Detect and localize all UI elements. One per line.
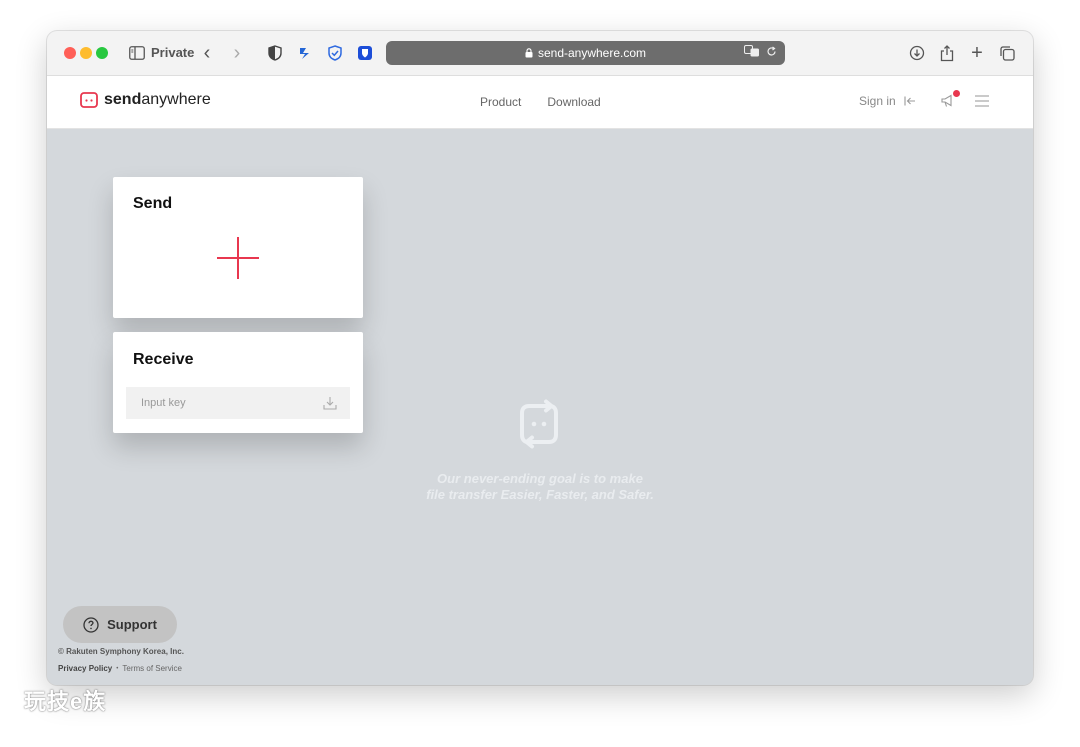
browser-toolbar: Private ‹ › send-anywhere.com + <box>47 31 1033 76</box>
share-icon[interactable] <box>937 43 957 63</box>
logo-text: sendanywhere <box>104 91 211 108</box>
download-icon[interactable] <box>323 396 339 412</box>
tagline-line-2: file transfer Easier, Faster, and Safer. <box>426 487 654 502</box>
tabs-overview-icon[interactable] <box>997 43 1017 63</box>
send-card: Send <box>113 177 363 318</box>
bitwarden-icon[interactable] <box>355 43 375 63</box>
reload-icon[interactable] <box>766 46 777 60</box>
adblock-shield-icon[interactable] <box>325 43 345 63</box>
close-window-button[interactable] <box>64 47 76 59</box>
watermark: 玩技e族 <box>24 689 107 714</box>
site-logo[interactable]: sendanywhere <box>80 91 211 109</box>
sign-in-icon <box>904 96 915 106</box>
tagline: Our never-ending goal is to make file tr… <box>340 471 740 503</box>
support-label: Support <box>107 617 157 632</box>
copyright: © Rakuten Symphony Korea, Inc. <box>58 647 184 656</box>
terms-of-service-link[interactable]: Terms of Service <box>122 664 182 673</box>
back-icon[interactable]: ‹ <box>197 42 217 64</box>
sign-in-label: Sign in <box>859 94 896 108</box>
privacy-shield-icon[interactable] <box>265 43 285 63</box>
sidebar-icon[interactable] <box>127 43 147 63</box>
site-header: sendanywhere Product Download Sign in <box>47 76 1033 129</box>
support-button[interactable]: Support <box>63 606 177 643</box>
browser-window: Private ‹ › send-anywhere.com + sendanyw… <box>47 31 1033 685</box>
nav-item-download[interactable]: Download <box>547 95 600 109</box>
footer-links: Privacy Policy • Terms of Service <box>58 664 182 673</box>
privacy-policy-link[interactable]: Privacy Policy <box>58 664 112 673</box>
forward-icon[interactable]: › <box>227 42 247 64</box>
downloads-icon[interactable] <box>907 43 927 63</box>
extension-icon[interactable] <box>295 43 315 63</box>
hamburger-icon[interactable] <box>975 94 989 107</box>
notification-dot <box>953 90 960 97</box>
question-icon <box>83 616 99 633</box>
plus-icon <box>217 237 259 279</box>
sign-in-link[interactable]: Sign in <box>859 94 916 108</box>
input-key-field[interactable] <box>126 387 350 419</box>
nav-item-product[interactable]: Product <box>480 95 521 109</box>
tagline-line-1: Our never-ending goal is to make <box>437 471 643 486</box>
receive-title: Receive <box>133 351 194 368</box>
main-area: Send Receive Our never-ending goal is to… <box>47 129 1033 685</box>
new-tab-icon[interactable]: + <box>967 42 987 64</box>
receive-card: Receive <box>113 332 363 433</box>
add-file-button[interactable] <box>213 233 263 283</box>
send-title: Send <box>133 195 173 212</box>
address-bar[interactable]: send-anywhere.com <box>386 41 785 65</box>
footer-separator: • <box>116 665 119 672</box>
sendanywhere-logo-icon <box>80 92 98 108</box>
center-logo-icon <box>514 399 564 449</box>
minimize-window-button[interactable] <box>80 47 92 59</box>
address-text: send-anywhere.com <box>537 46 647 60</box>
main-nav: Product Download <box>480 95 601 109</box>
zoom-window-button[interactable] <box>96 47 108 59</box>
translate-icon[interactable] <box>744 45 760 60</box>
lock-icon <box>525 48 533 58</box>
private-mode-label: Private <box>151 45 195 60</box>
